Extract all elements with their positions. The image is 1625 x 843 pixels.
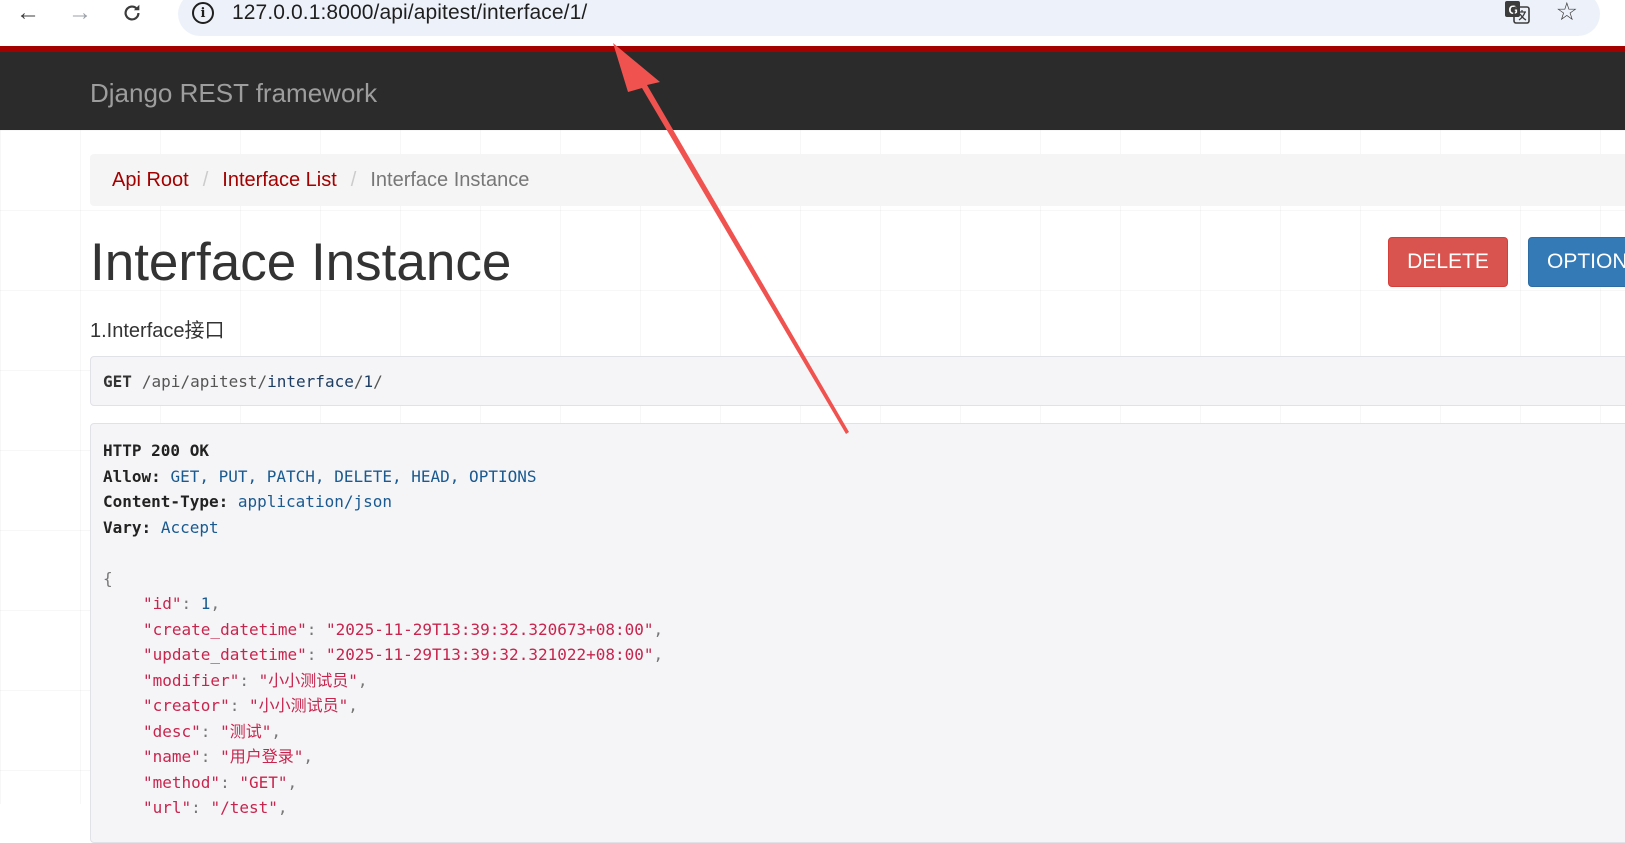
json-colon: : bbox=[220, 772, 240, 792]
json-key: "method" bbox=[143, 772, 221, 792]
json-colon: : bbox=[200, 747, 221, 766]
json-comma: , bbox=[287, 772, 298, 792]
response-header: Allow: GET, PUT, PATCH, DELETE, HEAD, OP… bbox=[103, 464, 1625, 490]
url-text[interactable]: 127.0.0.1:8000/api/apitest/interface/1/ bbox=[232, 1, 587, 25]
json-open-brace: { bbox=[103, 568, 113, 588]
page-description: 1.Interface接口 bbox=[90, 320, 225, 342]
svg-text:G: G bbox=[1509, 3, 1518, 17]
json-key: "name" bbox=[143, 747, 201, 766]
request-info: GET /api/apitest/interface/1/ bbox=[90, 356, 1625, 406]
json-comma: , bbox=[210, 594, 221, 613]
json-comma: , bbox=[348, 696, 358, 715]
json-value: 1 bbox=[200, 594, 211, 613]
json-key: "update_datetime" bbox=[143, 645, 307, 664]
json-colon: : bbox=[200, 721, 221, 741]
breadcrumb-interface-list[interactable]: Interface List bbox=[222, 169, 337, 192]
delete-button[interactable]: DELETE bbox=[1388, 237, 1508, 287]
header-value: Accept bbox=[160, 517, 219, 537]
json-value: "/test" bbox=[210, 798, 278, 817]
response-header: Content-Type: application/json bbox=[103, 489, 1625, 515]
request-path-prefix: /api/apitest/ bbox=[141, 371, 268, 391]
json-comma: , bbox=[653, 645, 664, 664]
json-key: "url" bbox=[143, 798, 192, 817]
json-fields: "id": 1, "create_datetime": "2025-11-29T1… bbox=[103, 591, 1625, 821]
header-key: Allow: bbox=[103, 466, 161, 486]
response-status: HTTP 200 OK bbox=[103, 441, 209, 460]
json-colon: : bbox=[306, 645, 327, 664]
options-button[interactable]: OPTIONS bbox=[1528, 237, 1625, 287]
header-value: GET, PUT, PATCH, DELETE, HEAD, OPTIONS bbox=[170, 466, 537, 486]
reload-icon[interactable] bbox=[114, 0, 150, 26]
request-path-trailing-slash: / bbox=[373, 371, 383, 391]
navbar: Django REST framework bbox=[0, 52, 1625, 130]
json-field-line: "modifier": "小小测试员", bbox=[103, 668, 1625, 694]
breadcrumb-api-root[interactable]: Api Root bbox=[112, 169, 189, 192]
request-path-id-link[interactable]: 1 bbox=[363, 372, 373, 391]
info-icon[interactable]: i bbox=[192, 2, 214, 24]
json-field-line: "method": "GET", bbox=[103, 770, 1625, 796]
json-value: "GET" bbox=[239, 772, 288, 792]
json-comma: , bbox=[357, 670, 368, 690]
json-field-line: "id": 1, bbox=[103, 591, 1625, 617]
browser-toolbar: ← → i 127.0.0.1:8000/api/apitest/interfa… bbox=[0, 0, 1625, 46]
json-colon: : bbox=[306, 619, 327, 639]
json-field-line: "name": "用户登录", bbox=[103, 744, 1625, 770]
request-path-slash: / bbox=[353, 371, 364, 391]
request-method: GET bbox=[103, 371, 132, 391]
json-field-line: "url": "/test", bbox=[103, 795, 1625, 821]
json-value: "小小测试员" bbox=[248, 696, 349, 715]
star-icon[interactable]: ☆ bbox=[1556, 0, 1578, 27]
breadcrumb: Api Root / Interface List / Interface In… bbox=[90, 154, 1625, 206]
response-header: Vary: Accept bbox=[103, 515, 1625, 541]
json-value: "2025-11-29T13:39:32.321022+08:00" bbox=[326, 645, 654, 664]
address-bar[interactable]: i 127.0.0.1:8000/api/apitest/interface/1… bbox=[178, 0, 1600, 36]
json-field-line: "creator": "小小测试员", bbox=[103, 693, 1625, 719]
json-key: "creator" bbox=[143, 696, 230, 715]
json-key: "id" bbox=[143, 594, 182, 613]
json-comma: , bbox=[303, 747, 313, 766]
json-field-line: "desc": "测试", bbox=[103, 719, 1625, 745]
json-key: "create_datetime" bbox=[143, 619, 307, 639]
json-field-line: "create_datetime": "2025-11-29T13:39:32.… bbox=[103, 617, 1625, 643]
breadcrumb-separator: / bbox=[350, 168, 357, 191]
breadcrumb-separator: / bbox=[202, 168, 209, 191]
breadcrumb-current: Interface Instance bbox=[370, 168, 530, 191]
forward-icon[interactable]: → bbox=[62, 0, 98, 26]
response-info: HTTP 200 OK Allow: GET, PUT, PATCH, DELET… bbox=[90, 423, 1625, 843]
json-key: "desc" bbox=[143, 721, 201, 741]
json-colon: : bbox=[239, 670, 259, 690]
request-path-interface-link[interactable]: interface bbox=[267, 372, 354, 391]
translate-icon[interactable]: G bbox=[1504, 0, 1530, 24]
json-value: "用户登录" bbox=[220, 747, 304, 766]
page-title: Interface Instance bbox=[90, 233, 512, 292]
json-colon: : bbox=[191, 798, 211, 817]
json-comma: , bbox=[277, 798, 288, 817]
json-value: "测试" bbox=[220, 721, 272, 741]
json-comma: , bbox=[271, 721, 281, 741]
back-icon[interactable]: ← bbox=[10, 0, 46, 26]
json-colon: : bbox=[229, 696, 249, 715]
json-value: "2025-11-29T13:39:32.320673+08:00" bbox=[326, 619, 654, 639]
json-colon: : bbox=[181, 594, 201, 613]
json-value: "小小测试员" bbox=[258, 670, 358, 690]
header-key: Content-Type: bbox=[103, 492, 229, 511]
reload-glyph bbox=[124, 4, 140, 21]
json-key: "modifier" bbox=[143, 670, 240, 690]
navbar-brand[interactable]: Django REST framework bbox=[90, 78, 377, 109]
main-content: Api Root / Interface List / Interface In… bbox=[0, 130, 1625, 843]
json-comma: , bbox=[653, 619, 664, 639]
header-key: Vary: bbox=[103, 517, 152, 537]
header-value: application/json bbox=[237, 492, 392, 511]
json-field-line: "update_datetime": "2025-11-29T13:39:32.… bbox=[103, 642, 1625, 668]
